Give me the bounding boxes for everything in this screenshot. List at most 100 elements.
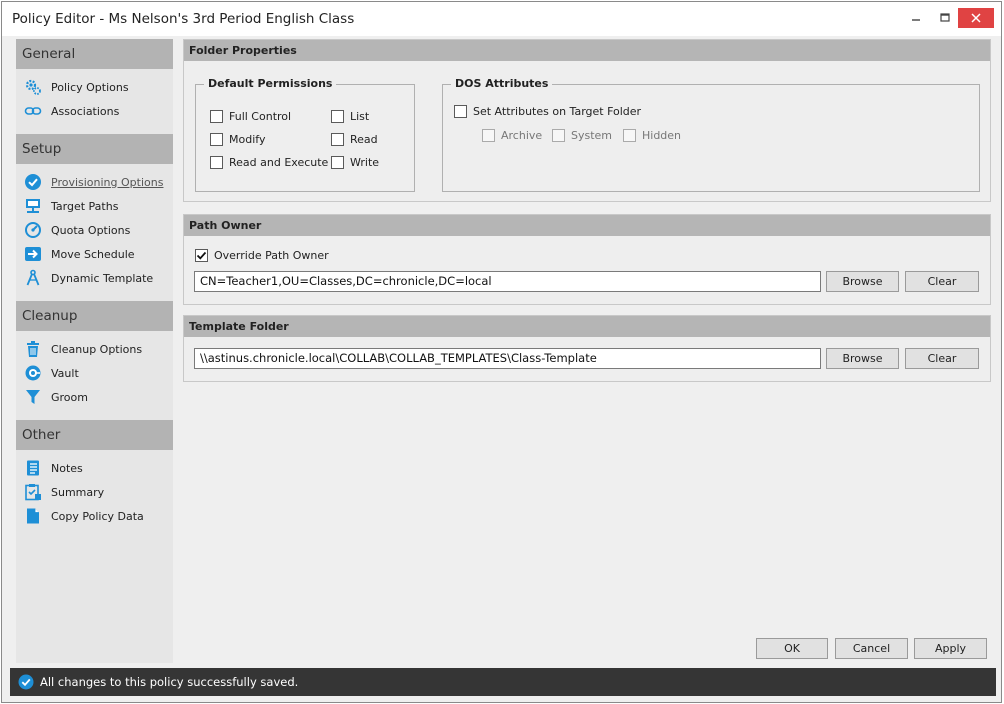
- path-owner-header: Path Owner: [184, 215, 990, 236]
- path-owner-clear-button[interactable]: Clear: [905, 271, 979, 292]
- modify-checkbox[interactable]: Modify: [210, 133, 265, 146]
- archive-checkbox[interactable]: Archive: [482, 129, 542, 142]
- sidebar: General Policy Options Associations Setu…: [16, 39, 173, 663]
- sidebar-item-label: Target Paths: [51, 199, 119, 213]
- default-permissions-title: Default Permissions: [204, 77, 337, 90]
- path-owner-panel: Path Owner Override Path Owner CN=Teache…: [183, 214, 991, 305]
- read-and-execute-checkbox[interactable]: Read and Execute: [210, 156, 328, 169]
- sidebar-item-label: Cleanup Options: [51, 342, 143, 356]
- minimize-button[interactable]: [901, 8, 931, 28]
- sidebar-item-dynamic-template[interactable]: Dynamic Template: [24, 268, 153, 288]
- sidebar-item-provisioning-options[interactable]: Provisioning Options: [24, 172, 163, 192]
- checkbox-box[interactable]: [210, 110, 223, 123]
- full-control-checkbox[interactable]: Full Control: [210, 110, 291, 123]
- ok-button[interactable]: OK: [756, 638, 828, 659]
- checkbox-box[interactable]: [331, 156, 344, 169]
- sidebar-item-cleanup-options[interactable]: Cleanup Options: [24, 339, 142, 359]
- template-folder-clear-button[interactable]: Clear: [905, 348, 979, 369]
- sidebar-section-cleanup: Cleanup: [16, 301, 173, 331]
- checkbox-label: Archive: [501, 129, 543, 142]
- status-bar: All changes to this policy successfully …: [10, 668, 996, 696]
- dos-attributes-title: DOS Attributes: [451, 77, 553, 90]
- copy-icon: [24, 507, 42, 525]
- checkbox-box[interactable]: [195, 249, 208, 262]
- sidebar-item-label: Dynamic Template: [51, 271, 154, 285]
- checkbox-box[interactable]: [623, 129, 636, 142]
- set-attributes-checkbox[interactable]: Set Attributes on Target Folder: [454, 105, 641, 118]
- checkbox-label: Set Attributes on Target Folder: [473, 105, 642, 118]
- system-checkbox[interactable]: System: [552, 129, 612, 142]
- network-icon: [24, 197, 42, 215]
- checkbox-label: Modify: [229, 133, 266, 146]
- status-message: All changes to this policy successfully …: [40, 675, 299, 689]
- sidebar-item-groom[interactable]: Groom: [24, 387, 88, 407]
- sidebar-item-vault[interactable]: Vault: [24, 363, 79, 383]
- maximize-button[interactable]: [930, 8, 960, 28]
- sidebar-item-label: Groom: [51, 390, 88, 404]
- maximize-icon: [940, 13, 950, 22]
- checkbox-label: Write: [350, 156, 380, 169]
- sidebar-item-copy-policy-data[interactable]: Copy Policy Data: [24, 506, 144, 526]
- sidebar-item-quota-options[interactable]: Quota Options: [24, 220, 130, 240]
- template-folder-panel: Template Folder \\astinus.chronicle.loca…: [183, 315, 991, 382]
- link-icon: [24, 102, 42, 120]
- hidden-checkbox[interactable]: Hidden: [623, 129, 681, 142]
- apply-button[interactable]: Apply: [914, 638, 987, 659]
- sidebar-section-other: Other: [16, 420, 173, 450]
- checkbox-label: Full Control: [229, 110, 292, 123]
- write-checkbox[interactable]: Write: [331, 156, 379, 169]
- trash-icon: [24, 340, 42, 358]
- checkbox-box[interactable]: [331, 133, 344, 146]
- vault-icon: [24, 364, 42, 382]
- sidebar-item-move-schedule[interactable]: Move Schedule: [24, 244, 135, 264]
- sidebar-item-notes[interactable]: Notes: [24, 458, 83, 478]
- checkmark-icon: [196, 251, 207, 260]
- template-folder-header: Template Folder: [184, 316, 990, 337]
- path-owner-field[interactable]: CN=Teacher1,OU=Classes,DC=chronicle,DC=l…: [194, 271, 821, 292]
- folder-properties-header: Folder Properties: [184, 40, 990, 61]
- sidebar-item-target-paths[interactable]: Target Paths: [24, 196, 118, 216]
- sidebar-item-label: Policy Options: [51, 80, 129, 94]
- cancel-button[interactable]: Cancel: [835, 638, 908, 659]
- checkbox-box[interactable]: [454, 105, 467, 118]
- policy-editor-window: Policy Editor - Ms Nelson's 3rd Period E…: [1, 1, 1002, 703]
- template-folder-field[interactable]: \\astinus.chronicle.local\COLLAB\COLLAB_…: [194, 348, 821, 369]
- gears-icon: [24, 78, 42, 96]
- list-checkbox[interactable]: List: [331, 110, 369, 123]
- sidebar-section-setup: Setup: [16, 134, 173, 164]
- sidebar-item-label: Copy Policy Data: [51, 509, 144, 523]
- sidebar-item-policy-options[interactable]: Policy Options: [24, 77, 129, 97]
- checkbox-label: System: [571, 129, 613, 142]
- default-permissions-group: Default Permissions Full Control List Mo…: [195, 77, 415, 192]
- sidebar-section-general: General: [16, 39, 173, 69]
- sidebar-item-label: Associations: [51, 104, 120, 118]
- close-button[interactable]: [958, 8, 994, 28]
- close-icon: [971, 13, 981, 23]
- checkbox-label: Read and Execute: [229, 156, 329, 169]
- sidebar-item-label: Notes: [51, 461, 83, 475]
- checkbox-box[interactable]: [210, 156, 223, 169]
- notes-icon: [24, 459, 42, 477]
- summary-icon: [24, 483, 42, 501]
- checkbox-label: Hidden: [642, 129, 682, 142]
- sidebar-item-summary[interactable]: Summary: [24, 482, 104, 502]
- funnel-icon: [24, 388, 42, 406]
- sidebar-item-label: Vault: [51, 366, 79, 380]
- sidebar-item-label: Summary: [51, 485, 105, 499]
- arrow-right-icon: [24, 245, 42, 263]
- checkbox-label: List: [350, 110, 370, 123]
- template-folder-browse-button[interactable]: Browse: [826, 348, 899, 369]
- checkbox-box[interactable]: [210, 133, 223, 146]
- sidebar-item-associations[interactable]: Associations: [24, 101, 119, 121]
- check-circle-icon: [24, 173, 42, 191]
- checkbox-label: Override Path Owner: [214, 249, 329, 262]
- path-owner-browse-button[interactable]: Browse: [826, 271, 899, 292]
- minimize-icon: [912, 19, 920, 21]
- checkbox-box[interactable]: [482, 129, 495, 142]
- override-path-owner-checkbox[interactable]: Override Path Owner: [195, 249, 329, 262]
- checkbox-box[interactable]: [331, 110, 344, 123]
- sidebar-item-label: Move Schedule: [51, 247, 135, 261]
- checkbox-box[interactable]: [552, 129, 565, 142]
- gauge-icon: [24, 221, 42, 239]
- read-checkbox[interactable]: Read: [331, 133, 378, 146]
